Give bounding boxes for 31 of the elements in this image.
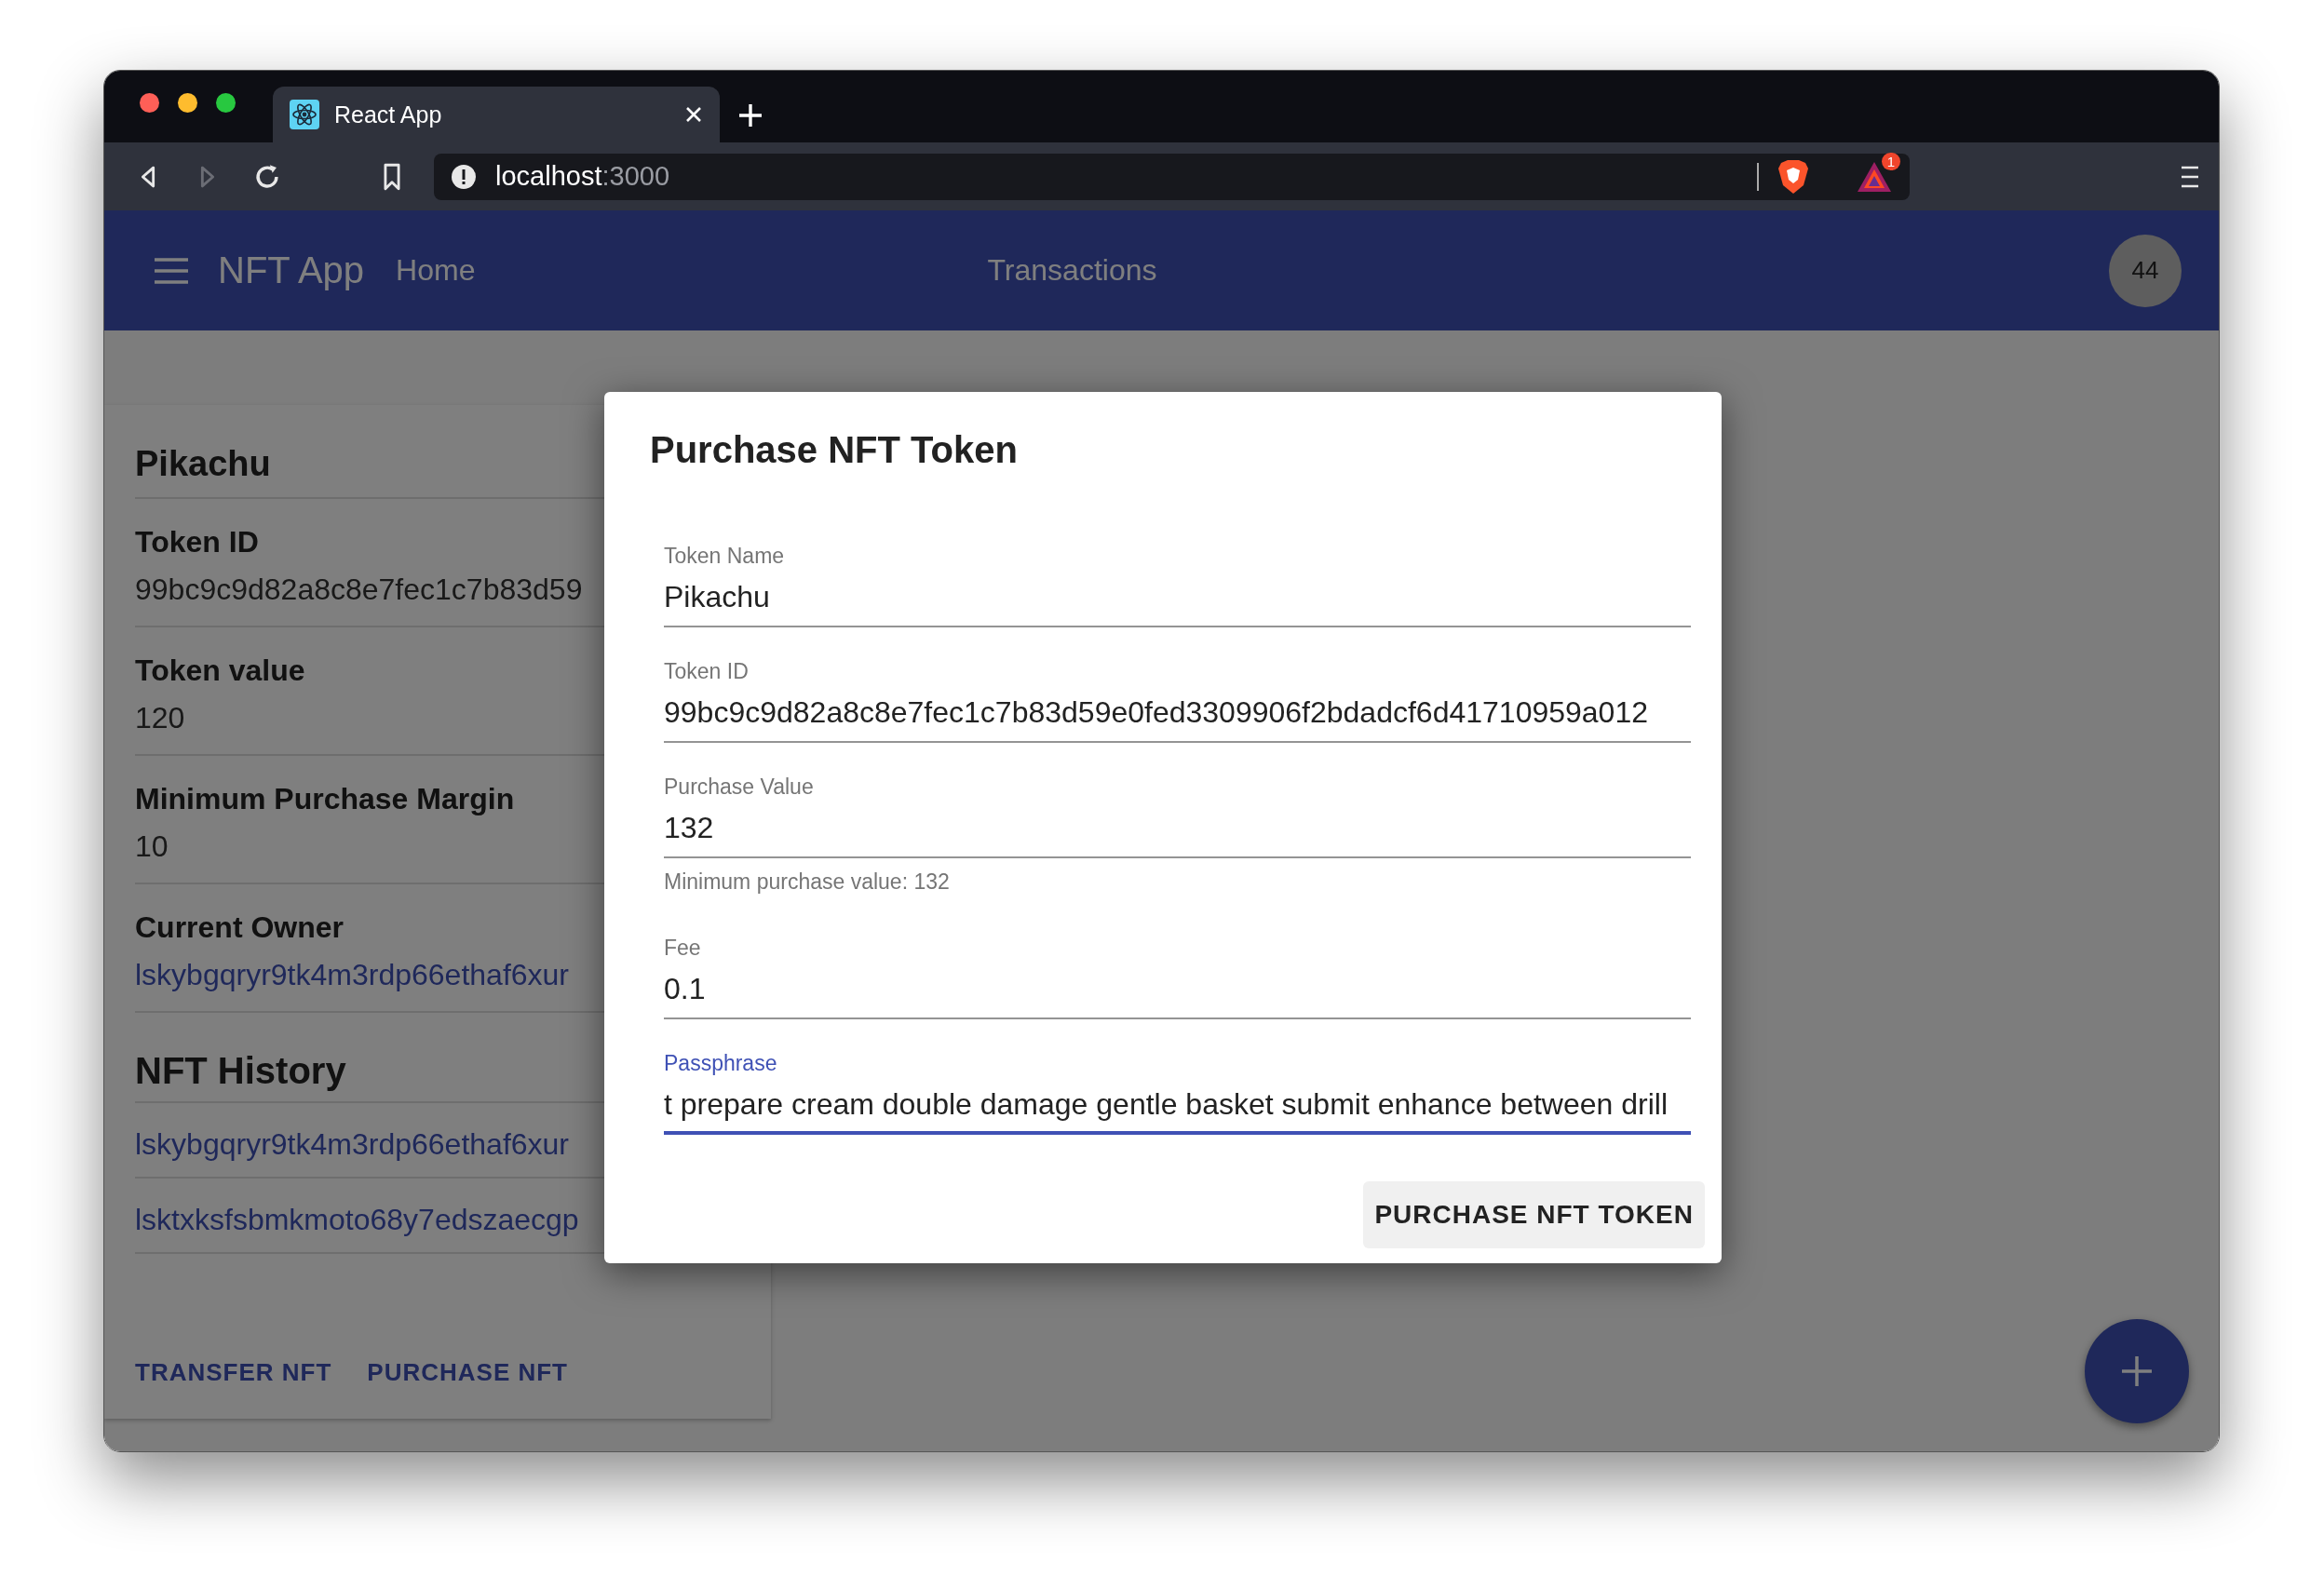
field-value: 10 xyxy=(135,829,169,864)
address-bar[interactable]: localhost:3000 1 xyxy=(434,153,1910,200)
info-icon[interactable] xyxy=(451,163,477,190)
url-text: localhost:3000 xyxy=(495,161,670,192)
zoom-window-button[interactable] xyxy=(216,93,236,113)
text-field[interactable]: Token ID 99bc9c9d82a8c8e7fec1c7b83d59e0fed3309906f2bdadcf6d41710959a012 xyxy=(664,659,1691,743)
field-value: 99bc9c9d82a8c8e7fec1c7b83d59 xyxy=(135,573,583,607)
field-label: Token ID xyxy=(135,525,259,559)
helper-text: Minimum purchase value: 132 xyxy=(664,869,951,895)
add-button[interactable] xyxy=(2085,1319,2189,1423)
text-field[interactable]: Fee 0.1 xyxy=(664,936,1691,1019)
browser-tab[interactable]: React App xyxy=(273,87,720,142)
lion-shield-icon[interactable] xyxy=(1777,158,1809,195)
field-label: Current Owner xyxy=(135,910,345,945)
new-tab-icon[interactable] xyxy=(738,103,763,128)
app-title: NFT App xyxy=(218,249,365,291)
minimize-window-button[interactable] xyxy=(178,93,197,113)
text-field[interactable]: Token Name Pikachu xyxy=(664,544,1691,627)
close-window-button[interactable] xyxy=(140,93,159,113)
plus-icon xyxy=(2120,1354,2154,1388)
tab-title: React App xyxy=(334,101,443,128)
notification-badge: 1 xyxy=(1881,152,1900,170)
field-label: Token value xyxy=(135,654,305,688)
close-icon[interactable] xyxy=(684,105,703,124)
field-label: Minimum Purchase Margin xyxy=(135,782,515,816)
text-field[interactable]: Passphrase t prepare cream double damage gentle basket submit enhance between drill xyxy=(664,1051,1691,1135)
menu-icon[interactable] xyxy=(2180,164,2200,189)
field-value: 120 xyxy=(135,701,185,735)
text-field[interactable]: Purchase Value 132 xyxy=(664,775,1691,858)
purchase-button[interactable]: PURCHASE NFT TOKEN xyxy=(1363,1181,1705,1248)
atom-icon xyxy=(290,100,319,129)
